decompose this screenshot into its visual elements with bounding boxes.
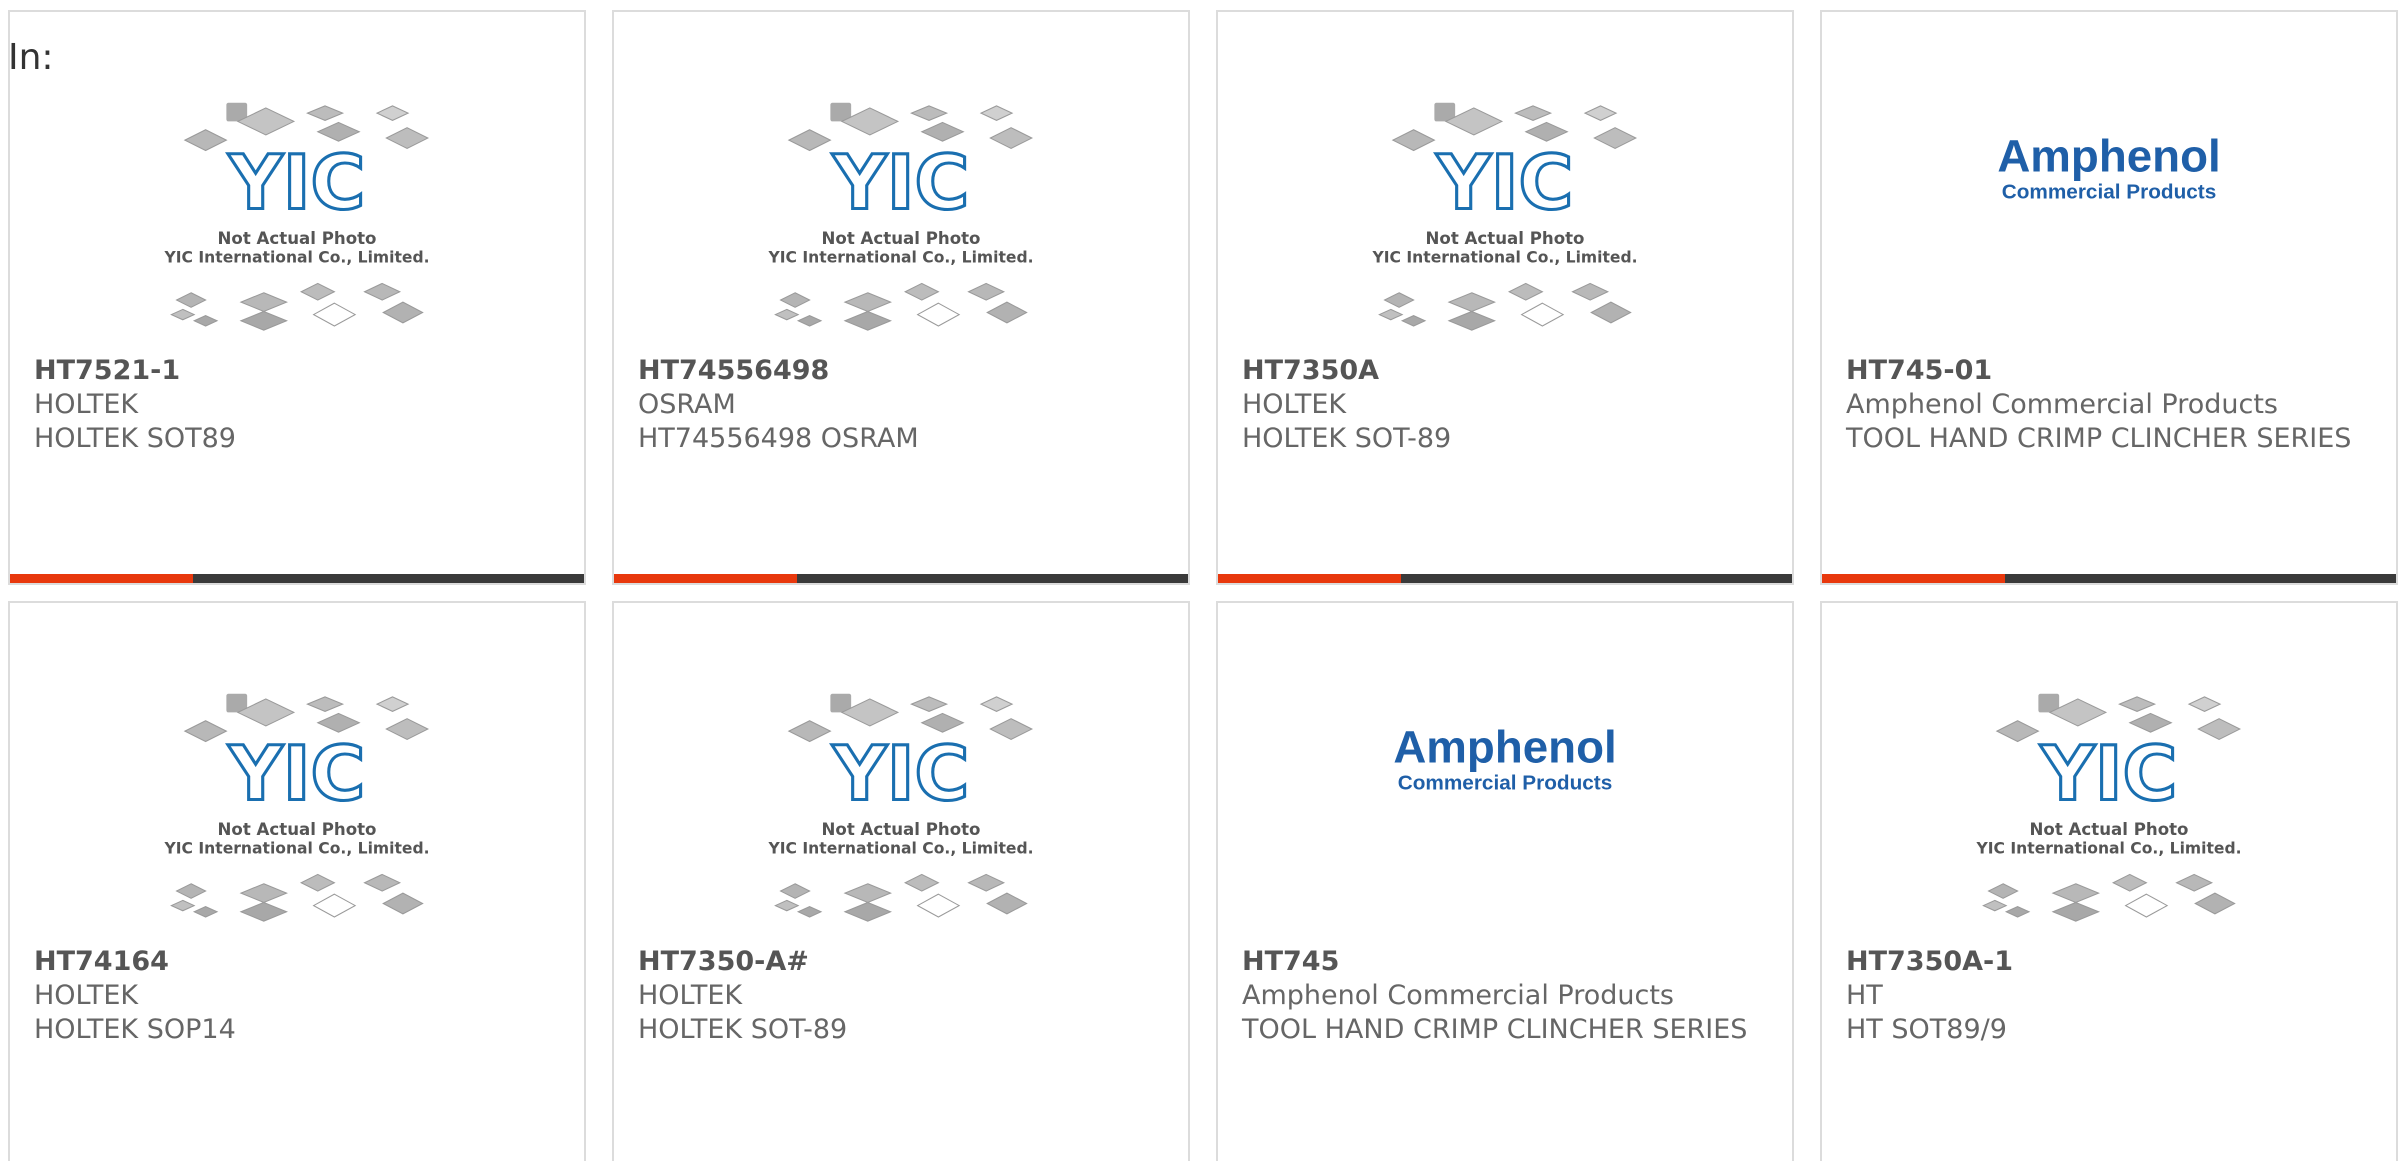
part-number[interactable]: HT745 [1242,945,1768,979]
product-listing-page: In: YIC Not Actual Photo YIC International… [0,0,2400,1161]
product-info: HT745-01 Amphenol Commercial Products TO… [1846,354,2372,456]
yic-logo: YIC [1436,140,1574,227]
part-number[interactable]: HT7521-1 [34,354,560,388]
card-accent [614,574,797,583]
product-image[interactable]: YIC Not Actual Photo YIC International Co.… [614,98,1188,348]
product-image[interactable]: YIC Not Actual Photo YIC International Co.… [1218,98,1792,348]
product-info: HT745 Amphenol Commercial Products TOOL … [1242,945,1768,1047]
part-number[interactable]: HT74164 [34,945,560,979]
description: HOLTEK SOT89 [34,423,236,454]
product-info: HT7350-A# HOLTEK HOLTEK SOT-89 [638,945,1164,1047]
yic-logo: YIC [228,731,366,818]
part-number[interactable]: HT7350A [1242,354,1768,388]
product-info: HT7521-1 HOLTEK HOLTEK SOT89 [34,354,560,456]
yic-logo: YIC [2040,731,2178,818]
placeholder-photo-icon: YIC Not Actual PhotoYIC International Co.… [163,102,430,331]
yic-logo: YIC [832,731,970,818]
svg-text:YIC International Co., Limited: YIC International Co., Limited. [1975,840,2241,858]
product-card[interactable]: Amphenol Commercial Products HT745-01 Amp… [1820,10,2398,585]
card-bottom-bar [614,574,1188,583]
part-number[interactable]: HT745-01 [1846,354,2372,388]
manufacturer: HOLTEK [638,980,743,1011]
product-card[interactable]: YIC Not Actual Photo YIC International Co.… [8,10,586,585]
description: HOLTEK SOT-89 [1242,423,1452,454]
card-bottom-bar [1822,574,2396,583]
product-card[interactable]: YIC Not Actual Photo YIC International Co.… [8,601,586,1161]
manufacturer: OSRAM [638,389,736,420]
product-info: HT74556498 OSRAM HT74556498 OSRAM [638,354,1164,456]
svg-text:Not Actual Photo: Not Actual Photo [822,229,981,248]
card-bottom-bar [1218,574,1792,583]
product-info: HT74164 HOLTEK HOLTEK SOP14 [34,945,560,1047]
svg-text:YIC International Co., Limited: YIC International Co., Limited. [163,840,429,858]
description: HT74556498 OSRAM [638,423,919,454]
svg-text:Not Actual Photo: Not Actual Photo [218,820,377,839]
product-image[interactable]: Amphenol Commercial Products [1218,689,1792,939]
placeholder-photo-icon: YIC Not Actual PhotoYIC International Co.… [163,693,430,922]
product-card[interactable]: YIC Not Actual Photo YIC International Co.… [1216,10,1794,585]
svg-text:YIC International Co., Limited: YIC International Co., Limited. [767,840,1033,858]
yic-logo: YIC [228,140,366,227]
description: HT SOT89/9 [1846,1014,2007,1045]
svg-text:YIC International Co., Limited: YIC International Co., Limited. [1371,249,1637,267]
manufacturer: HOLTEK [34,980,139,1011]
svg-text:Amphenol: Amphenol [1997,130,2220,181]
yic-logo: YIC [832,140,970,227]
placeholder-photo-icon: YIC Not Actual PhotoYIC International Co.… [1975,693,2242,922]
manufacturer: HT [1846,980,1883,1011]
svg-text:Not Actual Photo: Not Actual Photo [822,820,981,839]
part-number[interactable]: HT7350A-1 [1846,945,2372,979]
product-card[interactable]: YIC Not Actual Photo YIC International Co.… [1820,601,2398,1161]
part-number[interactable]: HT74556498 [638,354,1164,388]
part-number[interactable]: HT7350-A# [638,945,1164,979]
placeholder-photo-icon: YIC Not Actual PhotoYIC International Co.… [1371,102,1638,331]
product-info: HT7350A-1 HT HT SOT89/9 [1846,945,2372,1047]
filter-label: In: [8,37,54,78]
product-image[interactable]: YIC Not Actual Photo YIC International Co.… [10,689,584,939]
amphenol-logo-icon: AmphenolCommercial Products [1393,721,1616,794]
product-card[interactable]: Amphenol Commercial Products HT745 Amphen… [1216,601,1794,1161]
product-image[interactable]: YIC Not Actual Photo YIC International Co.… [614,689,1188,939]
amphenol-logo-icon: AmphenolCommercial Products [1997,130,2220,203]
svg-text:Not Actual Photo: Not Actual Photo [2030,820,2189,839]
svg-text:YIC International Co., Limited: YIC International Co., Limited. [163,249,429,267]
product-image[interactable]: YIC Not Actual Photo YIC International Co.… [1822,689,2396,939]
description: TOOL HAND CRIMP CLINCHER SERIES [1846,423,2352,454]
product-card[interactable]: YIC Not Actual Photo YIC International Co.… [612,10,1190,585]
card-accent [10,574,193,583]
product-card[interactable]: YIC Not Actual Photo YIC International Co.… [612,601,1190,1161]
product-image[interactable]: Amphenol Commercial Products [1822,98,2396,348]
svg-text:Not Actual Photo: Not Actual Photo [218,229,377,248]
manufacturer: HOLTEK [1242,389,1347,420]
manufacturer: HOLTEK [34,389,139,420]
description: HOLTEK SOT-89 [638,1014,848,1045]
description: TOOL HAND CRIMP CLINCHER SERIES [1242,1014,1748,1045]
card-accent [1822,574,2005,583]
svg-text:YIC International Co., Limited: YIC International Co., Limited. [767,249,1033,267]
product-image[interactable]: YIC Not Actual Photo YIC International Co.… [10,98,584,348]
manufacturer: Amphenol Commercial Products [1846,389,2278,420]
description: HOLTEK SOP14 [34,1014,236,1045]
product-info: HT7350A HOLTEK HOLTEK SOT-89 [1242,354,1768,456]
card-bottom-bar [10,574,584,583]
placeholder-photo-icon: YIC Not Actual PhotoYIC International Co.… [767,693,1034,922]
svg-text:Not Actual Photo: Not Actual Photo [1426,229,1585,248]
placeholder-photo-icon: YIC Not Actual PhotoYIC International Co.… [767,102,1034,331]
card-accent [1218,574,1401,583]
svg-text:Amphenol: Amphenol [1393,721,1616,772]
manufacturer: Amphenol Commercial Products [1242,980,1674,1011]
svg-text:Commercial Products: Commercial Products [1398,771,1612,794]
svg-text:Commercial Products: Commercial Products [2002,180,2216,203]
